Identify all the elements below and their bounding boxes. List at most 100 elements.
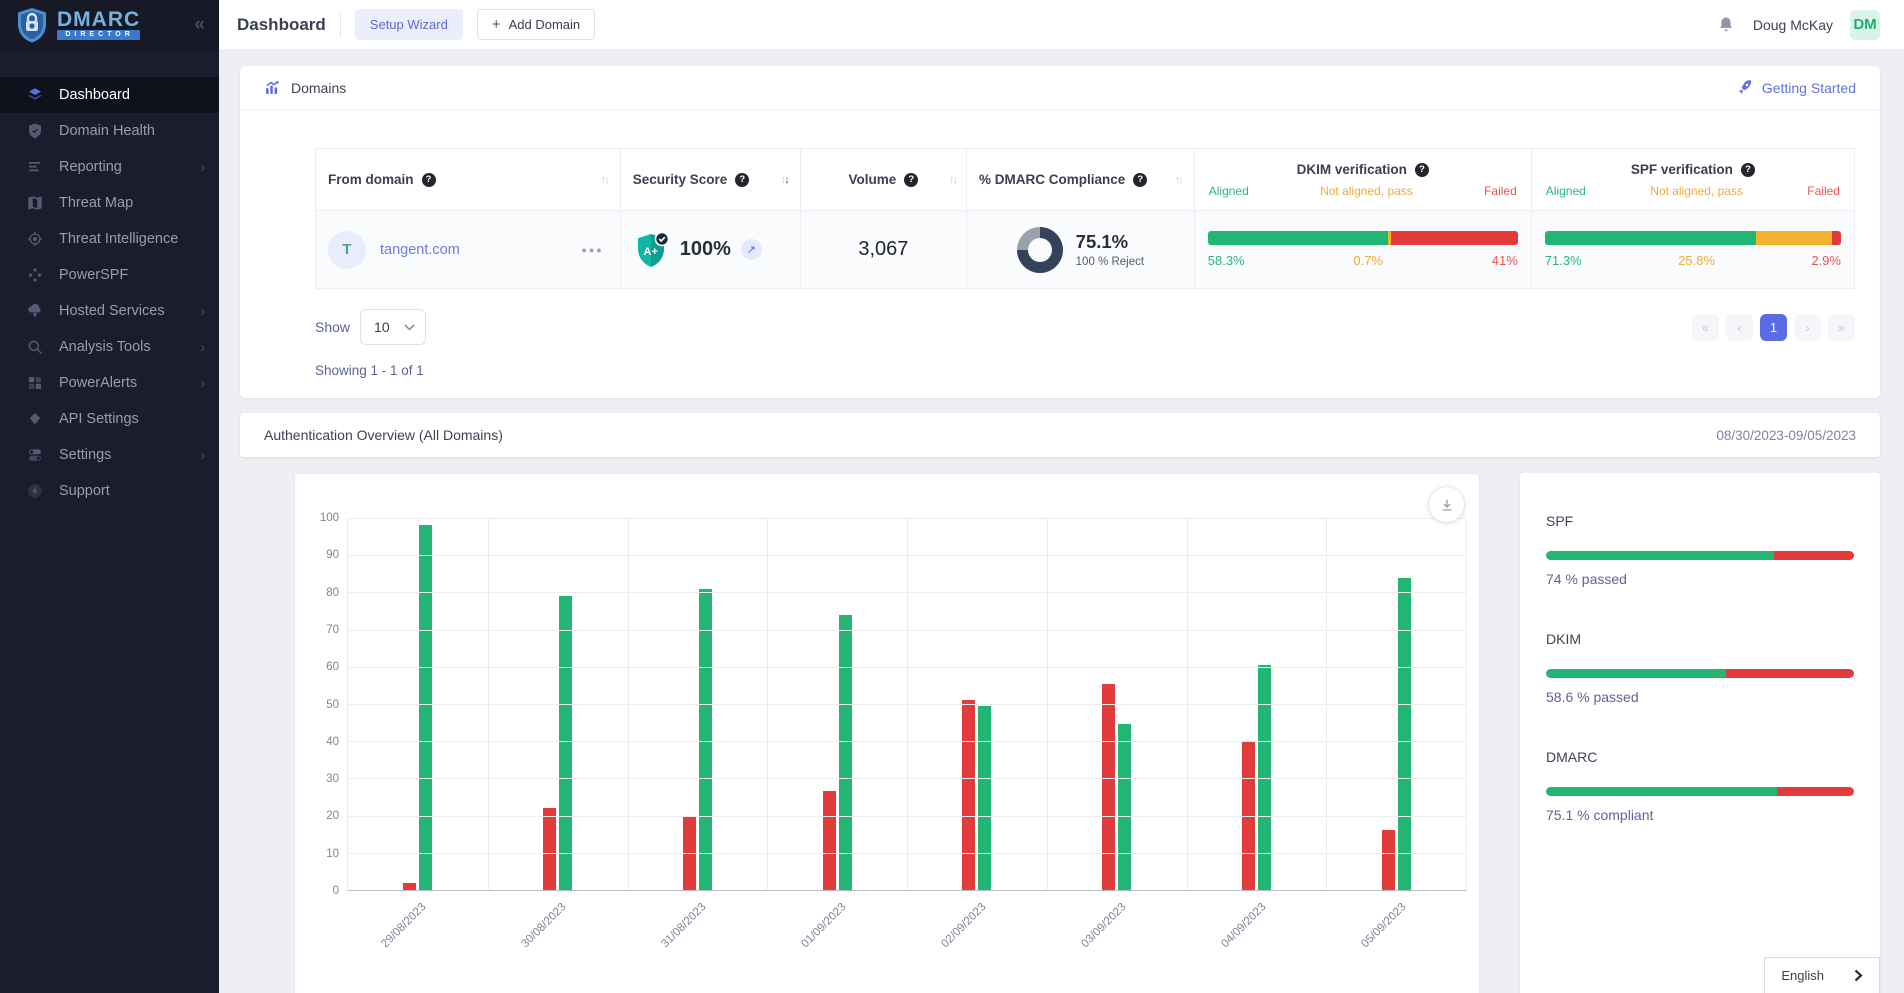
y-axis-label: 0 <box>333 885 339 897</box>
sidebar-item-analysis-tools[interactable]: Analysis Tools › <box>0 329 219 365</box>
bar-passed <box>839 615 852 890</box>
y-axis-label: 30 <box>326 773 339 785</box>
rocket-icon <box>1736 79 1753 96</box>
grid-icon <box>26 374 44 392</box>
bar-failed <box>543 808 556 890</box>
col-spf-verification: SPF verification ? Aligned Not aligned, … <box>1531 149 1854 211</box>
domains-title-label: Domains <box>291 80 346 96</box>
bar-passed <box>699 589 712 890</box>
layers-icon <box>26 86 44 104</box>
help-icon[interactable]: ? <box>904 173 918 187</box>
sidebar: DMARC DIRECTOR « Dashboard Domain Health… <box>0 0 219 993</box>
chevron-right-icon: › <box>200 303 205 319</box>
topbar: Dashboard Setup Wizard + Add Domain Doug… <box>219 0 1904 49</box>
cell-dkim: 58.3% 0.7% 41% <box>1194 211 1531 289</box>
sidebar-item-poweralerts[interactable]: PowerAlerts › <box>0 365 219 401</box>
magnifier-icon <box>26 338 44 356</box>
sort-icon[interactable]: ↑↓ <box>781 174 788 186</box>
first-page-button[interactable]: « <box>1692 314 1719 341</box>
stat-label: DKIM <box>1546 631 1854 647</box>
v-gridline <box>767 518 768 890</box>
domain-link[interactable]: tangent.com <box>380 242 460 258</box>
sidebar-item-label: Settings <box>59 447 111 463</box>
domains-card: Domains Getting Started From domain ? ↑ <box>240 66 1880 398</box>
user-avatar[interactable]: DM <box>1850 10 1880 40</box>
showing-text: Showing 1 - 1 of 1 <box>315 363 1855 378</box>
page-size-select[interactable]: 10 <box>360 309 426 345</box>
last-page-button[interactable]: » <box>1828 314 1855 341</box>
col-from-domain[interactable]: From domain ? ↑↓ <box>316 149 621 211</box>
domains-table: From domain ? ↑↓ Security Score ? ↑↓ <box>315 148 1855 289</box>
stat-label: SPF <box>1546 513 1854 529</box>
x-axis-label: 01/09/2023 <box>799 901 848 950</box>
help-icon[interactable]: ? <box>1133 173 1147 187</box>
date-range: 08/30/2023-09/05/2023 <box>1716 428 1856 443</box>
failed-segment <box>1777 787 1854 796</box>
sidebar-item-threat-map[interactable]: Threat Map <box>0 185 219 221</box>
cell-dmarc-compliance: 75.1% 100 % Reject <box>966 211 1194 289</box>
row-menu-icon[interactable]: ●●● <box>581 245 603 255</box>
stat-text: 58.6 % passed <box>1546 689 1854 705</box>
y-axis-label: 70 <box>326 624 339 636</box>
x-axis-labels: 29/08/202330/08/202331/08/202301/09/2023… <box>347 891 1467 981</box>
help-icon[interactable]: ? <box>1741 163 1755 177</box>
plus-icon: + <box>492 20 501 30</box>
bar-failed <box>1102 684 1115 890</box>
spf-aligned-value: 71.3% <box>1545 253 1582 268</box>
sidebar-item-dashboard[interactable]: Dashboard <box>0 77 219 113</box>
map-icon <box>26 194 44 212</box>
setup-wizard-button[interactable]: Setup Wizard <box>355 9 463 40</box>
col-dmarc-compliance[interactable]: % DMARC Compliance ? ↑↓ <box>966 149 1194 211</box>
col-label: DKIM verification <box>1297 162 1407 177</box>
sidebar-item-powerspf[interactable]: PowerSPF <box>0 257 219 293</box>
spf-stacked-bar <box>1545 231 1841 245</box>
sidebar-item-reporting[interactable]: Reporting › <box>0 149 219 185</box>
sidebar-item-api-settings[interactable]: API Settings <box>0 401 219 437</box>
download-chart-button[interactable] <box>1428 486 1465 523</box>
next-page-button[interactable]: › <box>1794 314 1821 341</box>
segment-aligned <box>1208 231 1389 245</box>
language-selector[interactable]: English <box>1764 957 1880 993</box>
pagination: « ‹ 1 › » <box>1692 314 1855 341</box>
chevron-right-icon: › <box>200 159 205 175</box>
stat-dmarc: DMARC 75.1 % compliant <box>1546 749 1854 823</box>
donut-hole <box>1028 238 1052 262</box>
sidebar-item-domain-health[interactable]: Domain Health <box>0 113 219 149</box>
col-label: Security Score <box>633 172 728 187</box>
getting-started-link[interactable]: Getting Started <box>1736 79 1856 96</box>
sublabel-not-aligned: Not aligned, pass <box>1320 184 1413 198</box>
open-score-icon[interactable]: ↗ <box>741 239 762 260</box>
cell-from-domain: T tangent.com ●●● <box>316 211 621 289</box>
auth-overview-header: Authentication Overview (All Domains) 08… <box>240 413 1880 457</box>
page-1-button[interactable]: 1 <box>1760 314 1787 341</box>
sublabel-not-aligned: Not aligned, pass <box>1650 184 1743 198</box>
help-icon[interactable]: ? <box>735 173 749 187</box>
cell-volume: 3,067 <box>800 211 966 289</box>
sidebar-item-label: Threat Map <box>59 195 133 211</box>
sublabel-failed: Failed <box>1484 184 1517 198</box>
domain-avatar: T <box>328 231 366 269</box>
help-icon[interactable]: ? <box>1415 163 1429 177</box>
help-icon[interactable]: ? <box>422 173 436 187</box>
sidebar-collapse-icon[interactable]: « <box>194 14 205 36</box>
bell-icon[interactable] <box>1716 15 1736 35</box>
sidebar-item-label: Hosted Services <box>59 303 165 319</box>
x-axis-label: 05/09/2023 <box>1359 901 1408 950</box>
prev-page-button[interactable]: ‹ <box>1726 314 1753 341</box>
sidebar-item-hosted-services[interactable]: Hosted Services › <box>0 293 219 329</box>
col-label: Volume <box>849 172 897 187</box>
add-domain-button[interactable]: + Add Domain <box>477 9 595 40</box>
sort-icon[interactable]: ↑↓ <box>949 174 956 186</box>
sort-icon[interactable]: ↑↓ <box>601 174 608 186</box>
v-gridline <box>1187 518 1188 890</box>
col-volume[interactable]: Volume ? ↑↓ <box>800 149 966 211</box>
sort-icon[interactable]: ↑↓ <box>1175 174 1182 186</box>
sidebar-item-support[interactable]: Support <box>0 473 219 509</box>
col-security-score[interactable]: Security Score ? ↑↓ <box>620 149 800 211</box>
spf-not-aligned-value: 25.8% <box>1678 253 1715 268</box>
x-axis-label: 04/09/2023 <box>1219 901 1268 950</box>
sidebar-item-threat-intelligence[interactable]: Threat Intelligence <box>0 221 219 257</box>
y-axis-label: 80 <box>326 587 339 599</box>
sidebar-item-settings[interactable]: Settings › <box>0 437 219 473</box>
sidebar-item-label: Analysis Tools <box>59 339 151 355</box>
